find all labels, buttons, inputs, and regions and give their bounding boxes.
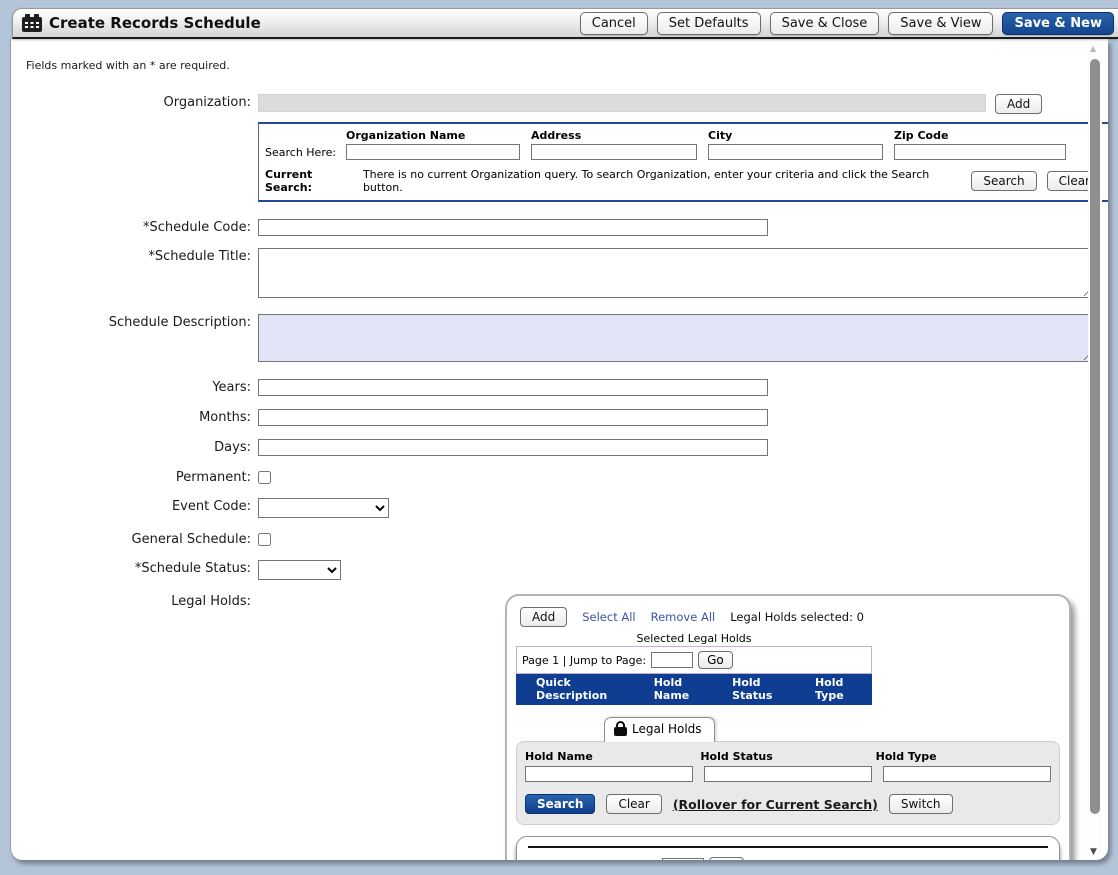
permanent-label: Permanent:	[11, 469, 258, 485]
current-search-text: There is no current Organization query. …	[363, 168, 971, 194]
legal-holds-results-box: Page 1 | Jump to Page: Go The search fou…	[516, 836, 1060, 860]
save-view-button[interactable]: Save & View	[888, 12, 993, 35]
organization-search-box: Organization Name Address City Zip Code …	[258, 122, 1108, 202]
schedule-description-textarea[interactable]	[258, 314, 1093, 362]
page-title: Create Records Schedule	[49, 14, 261, 32]
current-search-label: Current Search:	[265, 168, 363, 194]
legal-holds-panel: Add Select All Remove All Legal Holds se…	[505, 594, 1071, 860]
city-column-header: City	[708, 129, 894, 142]
general-schedule-label: General Schedule:	[11, 531, 258, 547]
days-label: Days:	[11, 439, 258, 455]
set-defaults-button[interactable]: Set Defaults	[657, 12, 761, 35]
months-label: Months:	[11, 409, 258, 425]
results-found-text: The search found 0 Legal Holds	[770, 860, 965, 861]
legal-holds-search-area: Hold Name Hold Status Hold Type Search C…	[516, 741, 1060, 825]
vertical-scrollbar[interactable]: ▲ ▼	[1088, 42, 1102, 857]
lock-icon	[614, 727, 627, 736]
schedule-description-label: Schedule Description:	[11, 314, 258, 330]
schedule-title-label: *Schedule Title:	[11, 248, 258, 264]
search-here-label: Search Here:	[265, 146, 346, 159]
zip-code-column-header: Zip Code	[894, 129, 1074, 142]
holds-switch-button[interactable]: Switch	[889, 794, 953, 814]
scrollbar-down-arrow[interactable]: ▼	[1090, 847, 1097, 857]
quick-description-column-header: Quick Description	[536, 676, 639, 702]
hold-type-search-input[interactable]	[883, 766, 1051, 782]
organization-search-button[interactable]: Search	[971, 171, 1036, 191]
holds-clear-button[interactable]: Clear	[606, 794, 661, 814]
required-note: Fields marked with an * are required.	[26, 59, 1108, 72]
window-header: Create Records Schedule Cancel Set Defau…	[12, 8, 1118, 39]
hold-status-column-header: Hold Status	[732, 676, 800, 702]
selected-legal-holds-title: Selected Legal Holds	[516, 632, 872, 645]
legal-holds-tab[interactable]: Legal Holds	[604, 717, 715, 742]
zip-code-input[interactable]	[894, 144, 1066, 160]
selected-go-button[interactable]: Go	[698, 651, 733, 669]
header-actions: Cancel Set Defaults Save & Close Save & …	[580, 12, 1114, 35]
schedule-status-select[interactable]	[258, 560, 341, 580]
general-schedule-checkbox[interactable]	[258, 533, 271, 546]
schedule-code-label: *Schedule Code:	[11, 219, 258, 235]
hold-name-search-label: Hold Name	[525, 750, 700, 763]
hold-name-column-header: Hold Name	[654, 676, 717, 702]
legal-holds-selected-count: Legal Holds selected: 0	[730, 610, 864, 624]
results-go-button[interactable]: Go	[709, 857, 744, 860]
hold-name-search-input[interactable]	[525, 766, 693, 782]
years-label: Years:	[11, 379, 258, 395]
city-input[interactable]	[708, 144, 883, 160]
days-input[interactable]	[258, 439, 768, 456]
results-jump-page-input[interactable]	[662, 858, 704, 860]
hold-status-search-label: Hold Status	[700, 750, 875, 763]
hold-type-search-label: Hold Type	[876, 750, 1051, 763]
schedule-title-textarea[interactable]	[258, 248, 1093, 298]
save-close-button[interactable]: Save & Close	[770, 12, 880, 35]
organization-label: Organization:	[11, 94, 258, 110]
hold-type-column-header: Hold Type	[815, 676, 872, 702]
holds-search-button[interactable]: Search	[525, 794, 595, 814]
permanent-checkbox[interactable]	[258, 471, 271, 484]
remove-all-link[interactable]: Remove All	[651, 610, 716, 624]
organization-name-input[interactable]	[346, 144, 520, 160]
legal-holds-add-button[interactable]: Add	[520, 607, 567, 627]
organization-add-button[interactable]: Add	[995, 94, 1042, 114]
selected-page-text: Page 1 | Jump to Page:	[522, 654, 646, 667]
organization-value-field	[258, 94, 986, 112]
scrollbar-thumb[interactable]	[1090, 59, 1100, 814]
hold-status-search-input[interactable]	[704, 766, 872, 782]
address-column-header: Address	[531, 129, 708, 142]
event-code-label: Event Code:	[11, 498, 258, 514]
records-schedule-icon	[21, 14, 43, 33]
cancel-button[interactable]: Cancel	[580, 12, 648, 35]
select-all-link[interactable]: Select All	[582, 610, 635, 624]
months-input[interactable]	[258, 409, 768, 426]
save-new-button[interactable]: Save & New	[1002, 12, 1114, 35]
address-input[interactable]	[531, 144, 697, 160]
schedule-code-input[interactable]	[258, 219, 768, 236]
selected-jump-page-input[interactable]	[651, 652, 693, 668]
selected-holds-table-header: Quick Description Hold Name Hold Status …	[516, 674, 872, 705]
scrollbar-up-arrow[interactable]: ▲	[1090, 44, 1096, 53]
organization-search-headers: Organization Name Address City Zip Code	[346, 129, 1102, 142]
selected-holds-pagination: Page 1 | Jump to Page: Go	[516, 646, 872, 674]
legal-holds-label: Legal Holds:	[11, 590, 258, 609]
event-code-select[interactable]	[258, 498, 389, 518]
legal-holds-tab-label: Legal Holds	[632, 722, 702, 736]
org-name-column-header: Organization Name	[346, 129, 531, 142]
results-divider	[528, 846, 1048, 848]
schedule-status-label: *Schedule Status:	[11, 560, 258, 576]
results-page-text: Page 1 | Jump to Page:	[533, 860, 657, 861]
rollover-current-search-link[interactable]: (Rollover for Current Search)	[673, 797, 878, 812]
years-input[interactable]	[258, 379, 768, 396]
form-content: Fields marked with an * are required. Or…	[10, 39, 1108, 860]
